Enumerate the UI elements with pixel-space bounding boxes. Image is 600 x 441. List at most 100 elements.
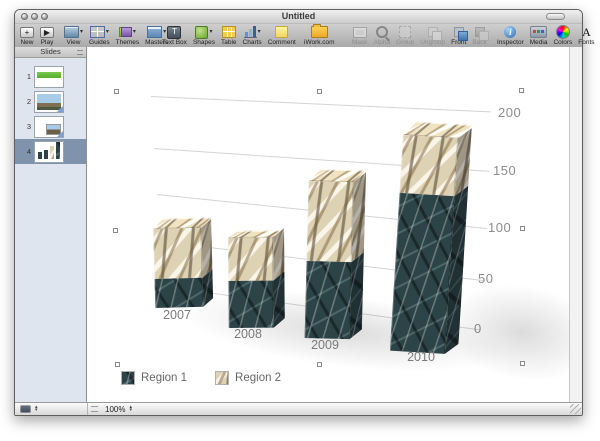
selection-handle-bottom-right[interactable] [520,361,525,366]
toolbar-button-textbox[interactable]: T Text Box [162,25,187,46]
legend-label: Region 2 [235,372,282,384]
chevron-down-icon: ▾ [209,29,213,35]
slide-number: 4 [26,147,31,156]
guides-icon [89,26,105,38]
slide-thumbnail-1[interactable]: 1 [15,64,86,89]
table-icon [221,26,236,38]
inspector-info-icon: i [504,26,517,38]
slide-navigator: Slides 1 2 3 4 [15,47,87,403]
toolbar-button-inspector[interactable]: i Inspector [497,25,524,46]
legend-label: Region 1 [141,372,188,384]
toolbar-button-media[interactable]: Media [530,25,548,46]
toolbar-button-comment[interactable]: Comment [268,25,296,46]
desktop: Untitled + New ▶ Play ▾ View ▾ Guides ▾ … [0,0,600,441]
slide-canvas[interactable]: 200 150 100 50 0 [87,47,569,403]
bar-segment-region1 [228,280,274,328]
bar-segment-region1 [304,260,352,340]
fonts-icon: A [582,24,591,39]
toolbar-button-charts[interactable]: ▾ Charts [243,25,262,46]
mini-chart-thumbnail [38,141,60,159]
toolbar-button-iwork[interactable]: iWork.com [304,24,335,46]
group-icon [399,26,412,38]
toolbar-button-shapes[interactable]: ▾ Shapes [193,25,215,46]
slide-4-thumb[interactable] [34,140,64,163]
mask-icon [352,26,367,38]
view-icon [64,26,79,38]
category-label: 2007 [163,308,191,322]
selection-handle-top-center[interactable] [317,89,322,94]
color-wheel-icon [555,25,570,39]
slide-3-thumb[interactable] [34,115,64,138]
statusbar-slide-controls: ▴ ▾ [15,403,88,415]
slide-2-thumb[interactable] [34,90,64,113]
shapes-icon [195,25,209,39]
keynote-window: Untitled + New ▶ Play ▾ View ▾ Guides ▾ … [14,9,595,416]
toolbar-button-play[interactable]: ▶ Play [40,25,54,46]
slide-stepper[interactable]: ▴ ▾ [35,405,38,413]
slide-size-icon[interactable] [20,405,31,413]
legend-swatch-region1 [121,371,135,385]
charts-icon [243,26,257,38]
zoom-control[interactable]: 100% ▴ ▾ [105,403,132,415]
selection-handle-mid-left[interactable] [113,228,118,233]
toolbar-toggle-pill[interactable] [546,13,565,20]
bar-segment-region2 [228,237,274,281]
toolbar-button-group[interactable]: Group [396,25,414,46]
legend-swatch-region2 [215,371,230,385]
chevron-down-icon: ▾ [257,29,261,35]
slide-thumbnail-3[interactable]: 3 [15,114,86,139]
axis-tick-label: 100 [488,220,512,235]
category-label: 2009 [311,338,339,352]
selection-handle-top-left[interactable] [114,89,119,94]
comment-icon [275,26,289,38]
bar-segment-region2 [153,227,203,279]
bar-side-face [201,219,214,307]
chevron-down-icon: ▾ [132,29,136,35]
bring-to-front-icon [453,27,468,41]
toolbar-button-view[interactable]: ▾ View [64,25,83,46]
window-resize-grip[interactable] [570,404,581,414]
slides-header-label: Slides [40,47,61,56]
toolbar-button-front[interactable]: Front [451,25,468,46]
zoom-stepper[interactable]: ▴ ▾ [129,405,132,413]
selection-handle-bottom-left[interactable] [115,362,120,367]
slide-number: 2 [26,97,31,106]
sidebar-resize-grip-icon[interactable] [77,50,83,55]
toolbar-button-table[interactable]: Table [221,25,237,46]
gridline-200 [150,96,491,113]
axis-tick-label: 200 [498,105,522,120]
slide-thumbnail-4-selected[interactable]: 4 [15,139,86,164]
vertical-scrollbar[interactable] [569,47,582,403]
themes-icon [118,27,132,37]
media-icon [530,26,548,38]
play-icon: ▶ [40,26,54,38]
selection-handle-top-right[interactable] [519,88,524,93]
statusbar-grip-icon[interactable] [91,406,98,412]
slide-number: 1 [26,72,31,81]
category-label: 2010 [407,350,435,364]
slide-number: 3 [26,122,31,131]
slide-thumbnail-2[interactable]: 2 [15,89,86,114]
toolbar-button-fonts[interactable]: A Fonts [578,25,594,46]
slides-header: Slides [15,47,86,58]
toolbar-button-alpha[interactable]: Alpha [374,25,390,46]
selection-handle-mid-right[interactable] [520,226,525,231]
corner-fold-icon [57,105,63,112]
chevron-down-icon: ▾ [80,29,84,35]
text-box-icon: T [167,25,182,39]
toolbar-button-back[interactable]: Back [472,25,489,46]
toolbar-button-ungroup[interactable]: Ungroup [420,25,445,46]
toolbar-button-new[interactable]: + New [20,25,34,46]
toolbar-button-colors[interactable]: Colors [553,25,572,46]
selection-handle-bottom-center[interactable] [317,362,322,367]
chart-legend: Region 1 Region 2 [121,371,303,385]
status-bar: ▴ ▾ 100% ▴ ▾ [15,402,582,415]
title-bar[interactable]: Untitled [15,10,582,24]
send-to-back-icon [474,27,489,41]
new-slide-icon: + [20,26,34,38]
toolbar-button-guides[interactable]: ▾ Guides [89,25,110,46]
slide-1-thumb[interactable] [34,65,64,88]
corner-fold-icon [57,130,63,137]
toolbar-button-mask[interactable]: Mask [352,25,368,46]
toolbar-button-themes[interactable]: ▾ Themes [116,25,139,46]
